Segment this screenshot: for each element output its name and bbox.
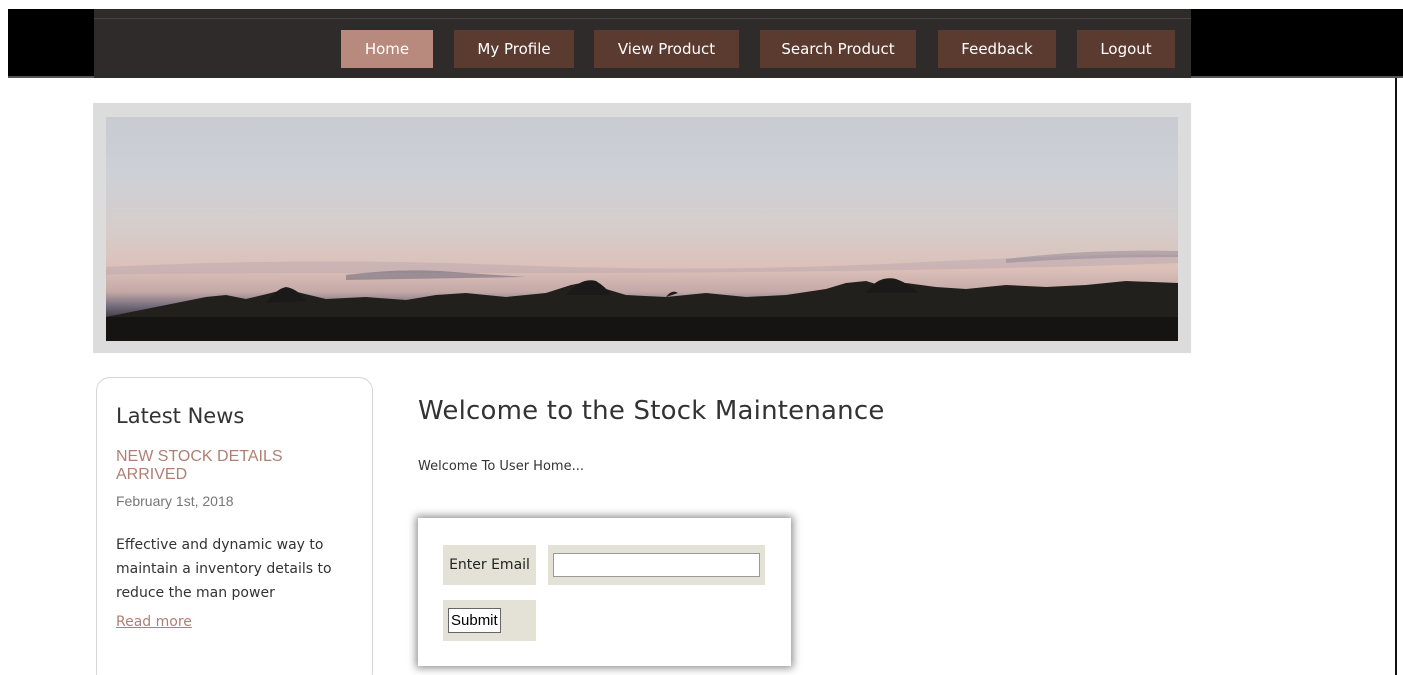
nav-item-home[interactable]: Home xyxy=(341,30,433,68)
latest-news-panel: Latest News NEW STOCK DETAILS ARRIVED Fe… xyxy=(96,377,373,675)
latest-news-heading: Latest News xyxy=(116,404,245,428)
nav-item-search-product[interactable]: Search Product xyxy=(760,30,916,68)
email-label: Enter Email xyxy=(443,545,536,585)
nav-item-view-product[interactable]: View Product xyxy=(594,30,739,68)
news-item-title: NEW STOCK DETAILS ARRIVED xyxy=(116,448,283,483)
nav-item-logout[interactable]: Logout xyxy=(1077,30,1175,68)
right-edge-border xyxy=(1395,78,1397,675)
left-strip xyxy=(0,0,8,78)
email-input[interactable] xyxy=(553,553,760,577)
nav-item-my-profile[interactable]: My Profile xyxy=(454,30,574,68)
submit-cell: Submit xyxy=(443,600,536,641)
page-title: Welcome to the Stock Maintenance xyxy=(418,396,885,426)
read-more-link[interactable]: Read more xyxy=(116,614,192,630)
submit-button[interactable]: Submit xyxy=(448,608,501,633)
news-item-body: Effective and dynamic way to maintain a … xyxy=(116,537,332,601)
news-item-date: February 1st, 2018 xyxy=(116,493,234,509)
main-nav: Home My Profile View Product Search Prod… xyxy=(94,9,1191,78)
nav-item-feedback[interactable]: Feedback xyxy=(938,30,1056,68)
sunset-landscape-image xyxy=(106,250,1178,341)
banner-image xyxy=(106,117,1178,341)
top-strip xyxy=(0,0,1403,9)
welcome-message: Welcome To User Home... xyxy=(418,459,584,474)
nav-divider xyxy=(94,18,1191,19)
email-form: Enter Email Submit xyxy=(418,518,791,666)
email-input-cell xyxy=(548,545,765,585)
